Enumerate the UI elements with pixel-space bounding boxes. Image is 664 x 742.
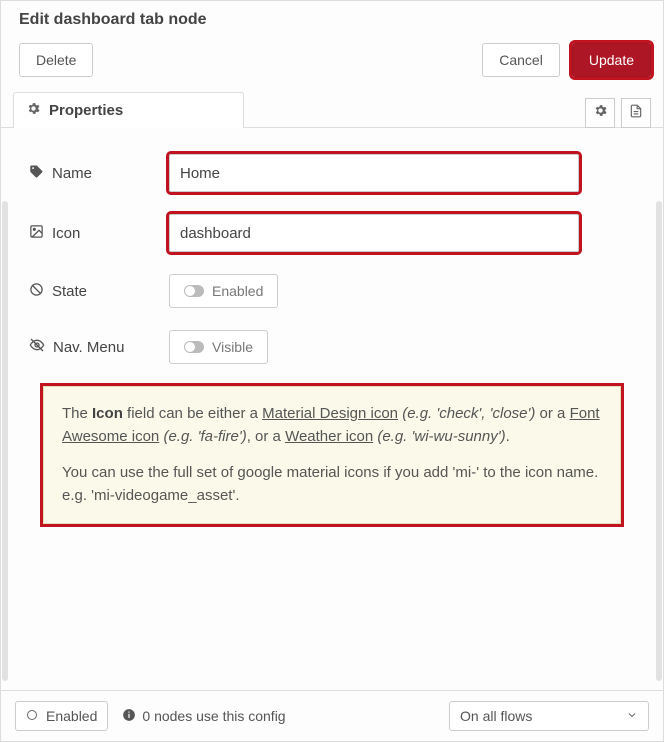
usage-info-text: 0 nodes use this config bbox=[142, 708, 285, 724]
icon-help-tip: The Icon field can be either a Material … bbox=[43, 386, 621, 524]
action-button-row: Delete Cancel Update bbox=[1, 37, 663, 91]
scope-select[interactable]: On all flows bbox=[449, 701, 649, 731]
image-icon bbox=[29, 224, 44, 243]
edit-dashboard-tab-panel: Edit dashboard tab node Delete Cancel Up… bbox=[0, 0, 664, 742]
eye-slash-icon bbox=[29, 337, 45, 357]
navmenu-toggle-text: Visible bbox=[212, 339, 253, 355]
scrollbar-left[interactable] bbox=[2, 201, 8, 681]
enabled-toggle-text: Enabled bbox=[46, 708, 97, 724]
cancel-button[interactable]: Cancel bbox=[482, 43, 560, 77]
icon-input[interactable] bbox=[169, 214, 579, 252]
gear-icon bbox=[593, 103, 608, 123]
tag-icon bbox=[29, 164, 44, 183]
navmenu-toggle[interactable]: Visible bbox=[169, 330, 268, 364]
chevron-down-icon bbox=[626, 708, 638, 724]
icon-label-text: Icon bbox=[52, 225, 80, 242]
state-label-text: State bbox=[52, 283, 87, 300]
state-toggle[interactable]: Enabled bbox=[169, 274, 278, 308]
toggle-switch-icon bbox=[184, 341, 204, 353]
state-toggle-text: Enabled bbox=[212, 283, 263, 299]
gear-icon bbox=[26, 101, 41, 120]
state-label: State bbox=[29, 282, 169, 301]
name-label: Name bbox=[29, 164, 169, 183]
document-icon bbox=[629, 104, 643, 123]
usage-info: 0 nodes use this config bbox=[122, 708, 285, 725]
tab-properties[interactable]: Properties bbox=[13, 92, 244, 128]
scope-select-value: On all flows bbox=[460, 708, 532, 724]
tab-bar: Properties bbox=[1, 91, 663, 128]
panel-footer: Enabled 0 nodes use this config On all f… bbox=[1, 690, 663, 741]
name-input[interactable] bbox=[169, 154, 579, 192]
navmenu-label: Nav. Menu bbox=[29, 337, 169, 357]
update-button[interactable]: Update bbox=[572, 43, 651, 77]
circle-icon bbox=[26, 708, 38, 724]
tab-properties-label: Properties bbox=[49, 102, 123, 119]
properties-form: Name Icon State Enabled bbox=[1, 128, 663, 534]
name-label-text: Name bbox=[52, 165, 92, 182]
delete-button[interactable]: Delete bbox=[19, 43, 93, 77]
toggle-switch-icon bbox=[184, 285, 204, 297]
settings-button[interactable] bbox=[585, 98, 615, 128]
info-icon bbox=[122, 708, 136, 725]
docs-button[interactable] bbox=[621, 98, 651, 128]
panel-title: Edit dashboard tab node bbox=[1, 1, 663, 37]
navmenu-label-text: Nav. Menu bbox=[53, 339, 124, 356]
scrollbar-right[interactable] bbox=[656, 201, 662, 681]
icon-label: Icon bbox=[29, 224, 169, 243]
ban-icon bbox=[29, 282, 44, 301]
enabled-toggle[interactable]: Enabled bbox=[15, 701, 108, 731]
